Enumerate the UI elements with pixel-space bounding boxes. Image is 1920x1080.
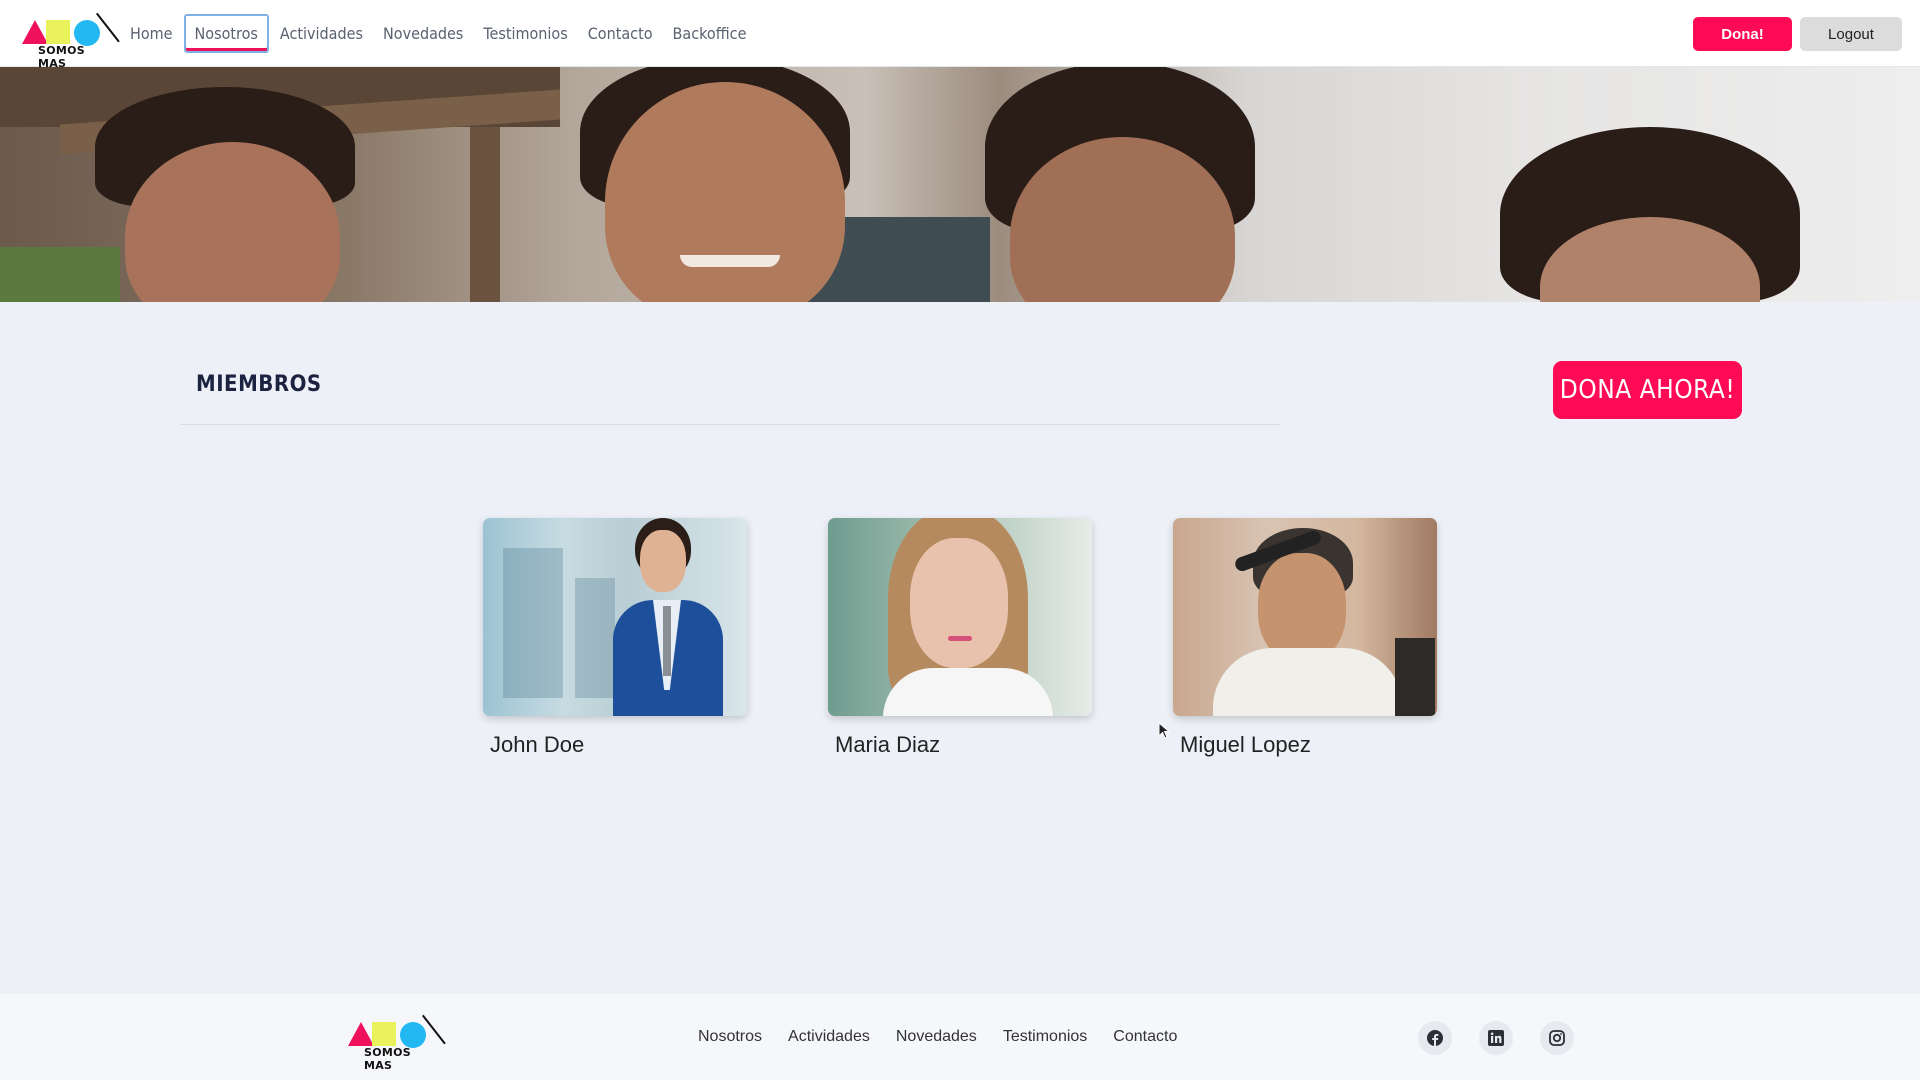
member-name: John Doe bbox=[490, 732, 585, 757]
dona-button[interactable]: Dona! bbox=[1693, 17, 1792, 51]
dona-ahora-button[interactable]: DONA AHORA! bbox=[1553, 361, 1742, 419]
instagram-icon[interactable] bbox=[1540, 1021, 1574, 1055]
nav-novedades[interactable]: Novedades bbox=[374, 14, 472, 53]
footer-link-contacto[interactable]: Contacto bbox=[1113, 1028, 1177, 1046]
nav-home[interactable]: Home bbox=[121, 14, 182, 53]
footer-logo[interactable]: SOMOS MAS bbox=[348, 1014, 446, 1072]
member-card[interactable]: John Doe bbox=[483, 518, 747, 758]
member-photo bbox=[483, 518, 747, 716]
linkedin-icon[interactable] bbox=[1479, 1021, 1513, 1055]
footer: SOMOS MAS Nosotros Actividades Novedades… bbox=[0, 994, 1920, 1080]
navbar: SOMOS MAS Home Nosotros Actividades Nove… bbox=[0, 0, 1920, 70]
nav-testimonios[interactable]: Testimonios bbox=[474, 14, 576, 53]
somos-mas-logo[interactable]: SOMOS MAS bbox=[22, 12, 120, 70]
member-photo bbox=[828, 518, 1092, 716]
footer-link-testimonios[interactable]: Testimonios bbox=[1003, 1028, 1087, 1046]
section-title: MIEMBROS bbox=[196, 372, 322, 397]
nav-backoffice[interactable]: Backoffice bbox=[664, 14, 756, 53]
footer-links: Nosotros Actividades Novedades Testimoni… bbox=[685, 994, 1190, 1080]
nav-nosotros[interactable]: Nosotros bbox=[183, 13, 269, 53]
member-name: Maria Diaz bbox=[835, 732, 941, 757]
member-card[interactable]: Miguel Lopez bbox=[1173, 518, 1437, 758]
divider bbox=[180, 424, 1280, 425]
nav-actividades[interactable]: Actividades bbox=[271, 14, 372, 53]
footer-link-actividades[interactable]: Actividades bbox=[788, 1028, 870, 1046]
member-photo bbox=[1173, 518, 1437, 716]
member-card[interactable]: Maria Diaz bbox=[828, 518, 1092, 758]
member-name: Miguel Lopez bbox=[1180, 732, 1311, 757]
hero-banner-image bbox=[0, 67, 1920, 302]
nav-contacto[interactable]: Contacto bbox=[579, 14, 662, 53]
logout-button[interactable]: Logout bbox=[1800, 17, 1902, 51]
facebook-icon[interactable] bbox=[1418, 1021, 1452, 1055]
footer-link-nosotros[interactable]: Nosotros bbox=[698, 1028, 762, 1046]
footer-link-novedades[interactable]: Novedades bbox=[896, 1028, 977, 1046]
nav-links: Home Nosotros Actividades Novedades Test… bbox=[120, 0, 756, 66]
mouse-cursor-icon bbox=[1158, 722, 1170, 739]
